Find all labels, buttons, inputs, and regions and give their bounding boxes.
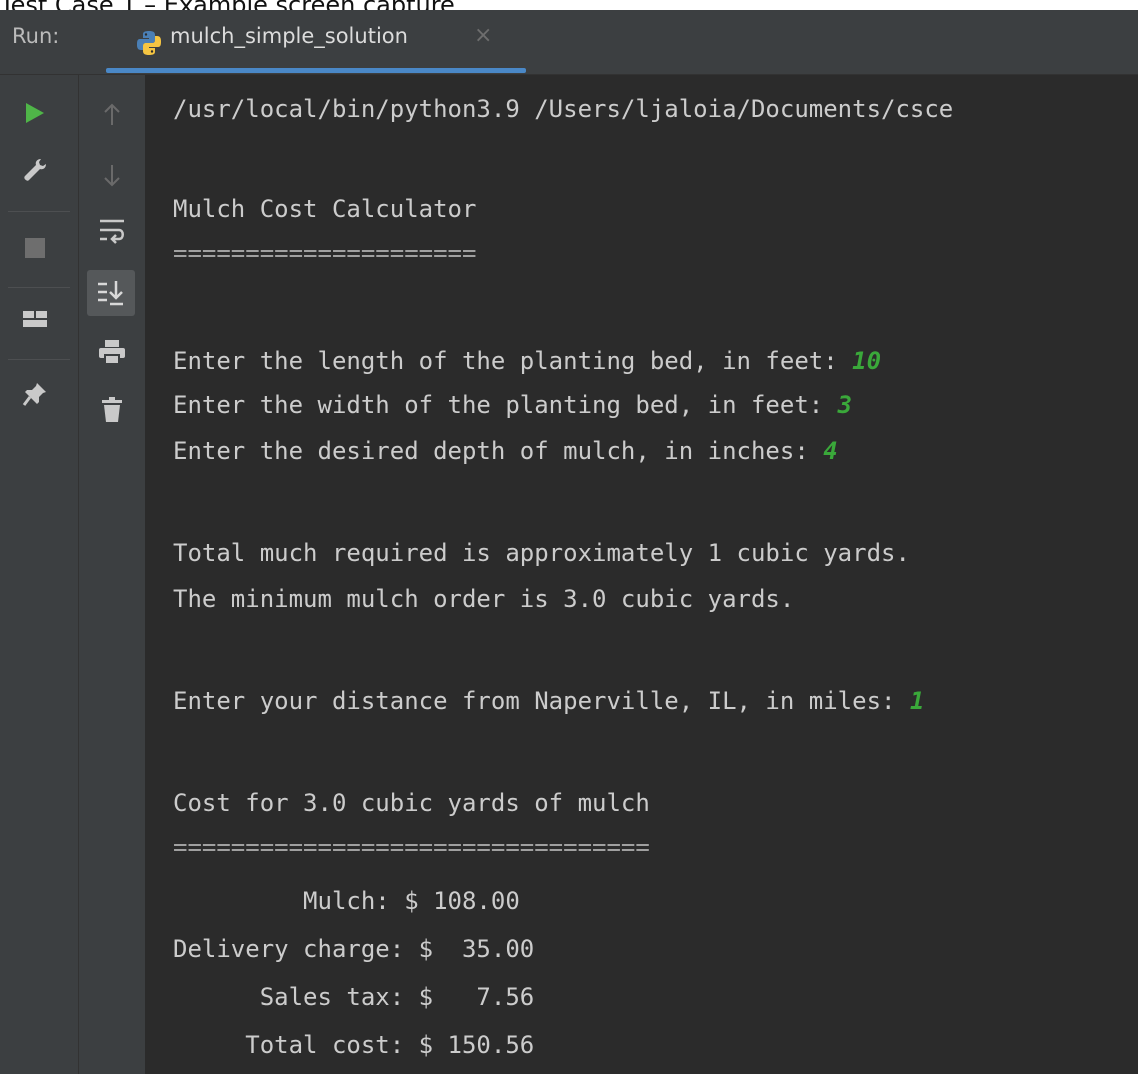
toolbar-divider <box>8 287 70 288</box>
cost-rule: ================================= <box>173 833 650 861</box>
minimum-order-line: The minimum mulch order is 3.0 cubic yar… <box>173 585 795 613</box>
depth-prompt-line: Enter the desired depth of mulch, in inc… <box>173 435 838 467</box>
print-icon[interactable] <box>98 339 126 365</box>
run-tab-bar: Run: mulch_simple_solution × <box>0 10 1138 75</box>
tab-title: mulch_simple_solution <box>170 24 408 48</box>
distance-prompt-line: Enter your distance from Naperville, IL,… <box>173 685 924 717</box>
width-prompt: Enter the width of the planting bed, in … <box>173 391 838 419</box>
tab-mulch-simple-solution[interactable]: mulch_simple_solution × <box>106 10 526 74</box>
wrench-icon[interactable] <box>22 157 48 183</box>
total-cost-line: Total cost: $ 150.56 <box>173 1031 535 1059</box>
soft-wrap-icon[interactable] <box>97 217 127 245</box>
mulch-cost-line: Mulch: $ 108.00 <box>173 887 520 915</box>
python-icon <box>137 31 161 55</box>
width-input: 3 <box>837 391 853 419</box>
toolbar-divider <box>8 359 70 360</box>
scroll-to-end-toggle[interactable] <box>87 270 135 316</box>
title-rule: ===================== <box>173 239 477 267</box>
pin-icon[interactable] <box>22 381 48 407</box>
total-required-line: Total much required is approximately 1 c… <box>173 539 910 567</box>
run-label: Run: <box>12 24 60 48</box>
run-toolbar-left <box>0 75 79 1074</box>
active-tab-indicator <box>106 68 526 73</box>
arrow-up-icon[interactable] <box>101 103 123 127</box>
console-output[interactable]: /usr/local/bin/python3.9 /Users/ljaloia/… <box>145 75 1138 1074</box>
arrow-down-icon[interactable] <box>101 163 123 187</box>
run-toolbar-right <box>79 75 145 1074</box>
delivery-charge-line: Delivery charge: $ 35.00 <box>173 935 535 963</box>
cost-heading: Cost for 3.0 cubic yards of mulch <box>173 789 650 817</box>
depth-input: 4 <box>823 437 838 465</box>
page: Test Case 1 – Example screen capture Run… <box>0 0 1138 1074</box>
run-tool-window: Run: mulch_simple_solution × /usr/local/… <box>0 10 1138 1074</box>
trash-icon[interactable] <box>101 397 123 423</box>
distance-prompt: Enter your distance from Naperville, IL,… <box>173 687 910 715</box>
run-icon[interactable] <box>22 101 46 125</box>
length-input: 10 <box>852 347 882 375</box>
close-icon[interactable]: × <box>474 23 492 48</box>
stop-icon[interactable] <box>24 237 46 259</box>
distance-input: 1 <box>909 687 925 715</box>
sales-tax-line: Sales tax: $ 7.56 <box>173 983 535 1011</box>
length-prompt-line: Enter the length of the planting bed, in… <box>173 345 881 377</box>
length-prompt: Enter the length of the planting bed, in… <box>173 347 853 375</box>
depth-prompt: Enter the desired depth of mulch, in inc… <box>173 437 824 465</box>
toolbar-divider <box>8 211 70 212</box>
command-line: /usr/local/bin/python3.9 /Users/ljaloia/… <box>173 95 954 123</box>
program-title: Mulch Cost Calculator <box>173 195 477 223</box>
width-prompt-line: Enter the width of the planting bed, in … <box>173 389 852 421</box>
layout-icon[interactable] <box>22 309 48 331</box>
scroll-to-end-icon <box>98 281 123 306</box>
